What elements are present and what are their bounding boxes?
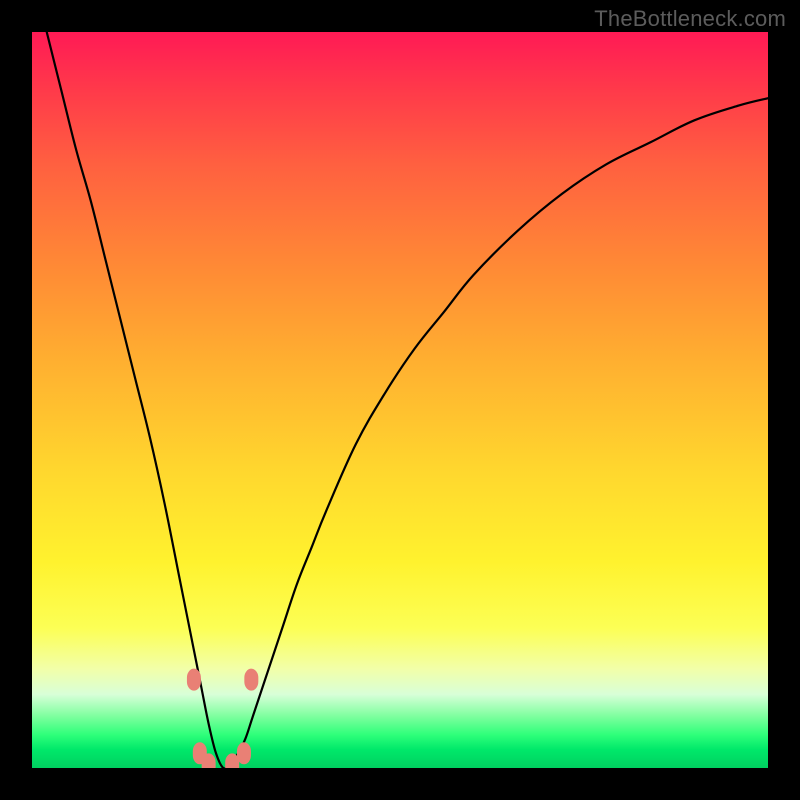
curve-marker — [187, 669, 201, 691]
curve-marker — [244, 669, 258, 691]
chart-frame: TheBottleneck.com — [0, 0, 800, 800]
marker-group — [187, 669, 258, 768]
bottleneck-curve — [47, 32, 768, 768]
watermark-text: TheBottleneck.com — [594, 6, 786, 32]
plot-area — [32, 32, 768, 768]
curve-layer — [32, 32, 768, 768]
curve-marker — [237, 742, 251, 764]
